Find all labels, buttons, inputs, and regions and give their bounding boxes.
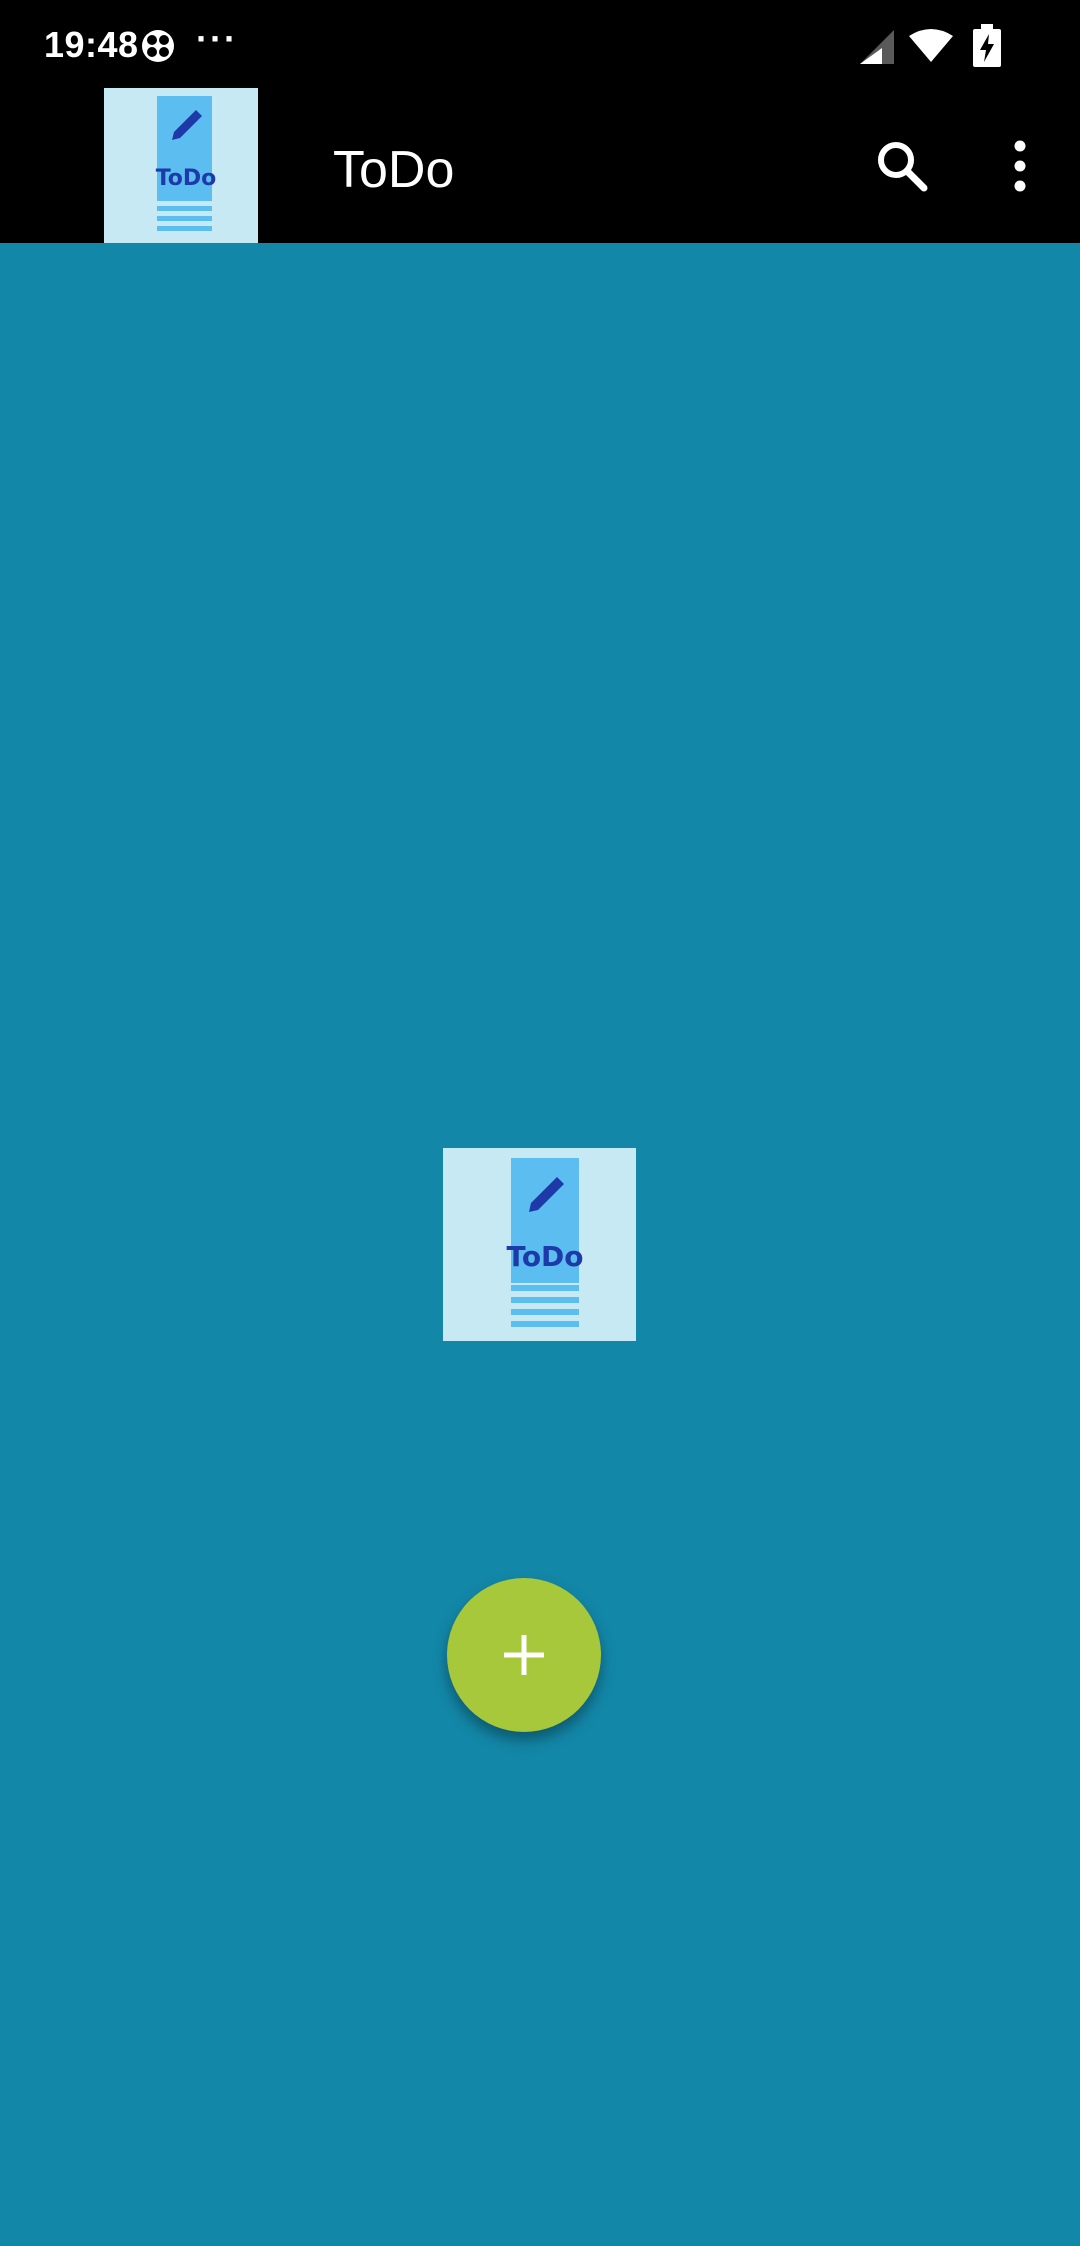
- plus-icon: [504, 1635, 544, 1675]
- clover-icon: [142, 30, 174, 62]
- status-time: 19:48: [44, 24, 139, 65]
- signal-icon: [860, 30, 894, 64]
- app-title: ToDo: [333, 141, 455, 199]
- app-logo: ToDo: [104, 88, 258, 243]
- search-icon[interactable]: [872, 136, 932, 196]
- empty-state-logo: ToDo: [443, 1148, 636, 1341]
- battery-charging-icon: [973, 24, 1001, 67]
- wifi-icon: [909, 29, 953, 62]
- status-bar: 19:48 ···: [0, 0, 1080, 92]
- add-todo-button[interactable]: [447, 1578, 601, 1732]
- empty-state-logo-text: ToDo: [506, 1240, 583, 1273]
- more-notifications-icon: ···: [196, 18, 238, 59]
- overflow-menu-icon[interactable]: [1000, 136, 1040, 196]
- app-logo-text: ToDo: [156, 166, 217, 191]
